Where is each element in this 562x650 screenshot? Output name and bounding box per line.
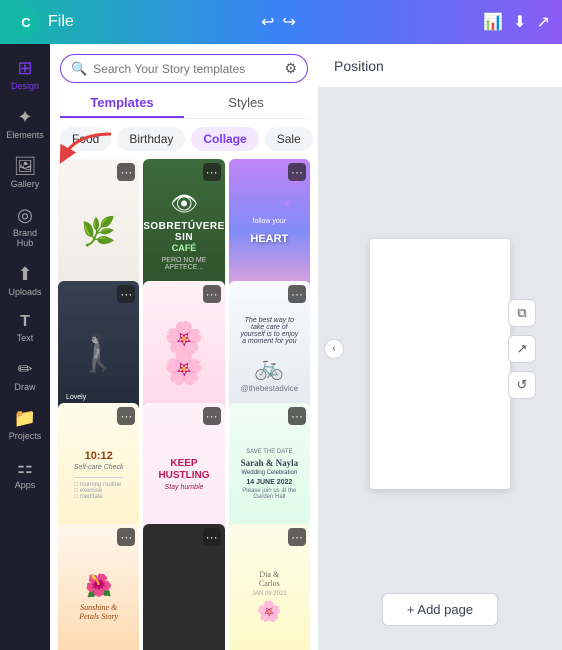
templates-grid: 🌿 ··· 👁 SOBRETÚVERESIN CAFÉ PERO NO MEAP… [50,159,318,650]
collapse-panel-button[interactable]: ‹ [324,339,344,359]
design-icon: ⊞ [17,58,32,79]
position-label: Position [334,58,384,74]
sidebar-label-gallery: Gallery [11,179,40,189]
sidebar-item-gallery[interactable]: 🖼 Gallery [2,150,48,195]
refresh-tool-button[interactable]: ↺ [508,371,536,399]
card-title: SOBRETÚVERESIN [143,221,224,243]
sidebar-label-projects: Projects [9,431,42,441]
top-bar: C File ↩ ↪ 📊 ⬇ ↗ [0,0,562,44]
card-menu-button[interactable]: ··· [117,528,135,546]
pill-sale[interactable]: Sale [265,127,313,151]
add-page-button[interactable]: + Add page [382,593,498,626]
card-title: HEART [250,233,288,245]
panel-wrapper: 🔍 ⚙ Templates Styles Food Birthday Colla… [50,44,318,650]
eye-icon: 👁 [170,191,198,217]
sidebar-item-design[interactable]: ⊞ Design [2,52,48,97]
template-panel: 🔍 ⚙ Templates Styles Food Birthday Colla… [50,44,318,650]
card-menu-button[interactable]: ··· [203,528,221,546]
canvas-tools: ⧉ ↗ ↺ [508,299,536,399]
sidebar-label-elements: Elements [6,130,44,140]
card-menu-button[interactable]: ··· [117,163,135,181]
sidebar-item-brand[interactable]: ◎ Brand Hub [2,199,48,254]
canvas-area: ‹ ⧉ ↗ ↺ + Add page [318,88,562,650]
brand-icon: ◎ [17,205,33,226]
heart-icon-2: ♥ [284,199,290,210]
search-icon: 🔍 [71,61,87,77]
card-menu-button[interactable]: ··· [203,407,221,425]
sidebar-item-apps[interactable]: ⚏ Apps [2,451,48,496]
filter-icon[interactable]: ⚙ [284,60,297,77]
app-logo: C [12,8,40,36]
tab-bar: Templates Styles [60,89,308,119]
tab-templates[interactable]: Templates [60,89,184,118]
gallery-icon: 🖼 [14,156,37,177]
uploads-icon: ⬆ [17,264,32,285]
apps-icon: ⚏ [17,457,33,478]
canvas-page [370,239,510,489]
card-menu-button[interactable]: ··· [117,285,135,303]
template-card[interactable]: 🌺 Sunshine &Petals Story ··· [58,524,139,650]
sidebar-item-draw[interactable]: ✏ Draw [2,353,48,398]
add-tool-button[interactable]: ↗ [508,335,536,363]
sidebar-item-elements[interactable]: ✦ Elements [2,101,48,146]
analytics-icon[interactable]: 📊 [483,12,503,32]
card-menu-button[interactable]: ··· [288,407,306,425]
card-menu-button[interactable]: ··· [117,407,135,425]
card-menu-button[interactable]: ··· [288,285,306,303]
pill-birthday[interactable]: Birthday [117,127,185,151]
file-menu-button[interactable]: File [48,13,74,31]
sidebar-label-text: Text [17,333,34,343]
main-layout: ⊞ Design ✦ Elements 🖼 Gallery ◎ Brand Hu… [0,44,562,650]
sidebar: ⊞ Design ✦ Elements 🖼 Gallery ◎ Brand Hu… [0,44,50,650]
elements-icon: ✦ [17,107,32,128]
text-icon: T [20,313,30,331]
search-bar: 🔍 ⚙ [60,54,308,83]
card-menu-button[interactable]: ··· [288,528,306,546]
pill-collage[interactable]: Collage [191,127,258,151]
sidebar-item-text[interactable]: T Text [2,307,48,349]
search-input[interactable] [93,62,278,76]
sidebar-label-uploads: Uploads [8,287,41,297]
card-menu-button[interactable]: ··· [203,163,221,181]
top-bar-right: 📊 ⬇ ↗ [483,12,550,32]
template-card[interactable]: ··· [143,524,224,650]
share-icon[interactable]: ↗ [537,12,550,32]
right-header: Position [318,44,562,88]
sidebar-label-design: Design [11,81,39,91]
redo-button[interactable]: ↪ [283,12,296,32]
sidebar-label-apps: Apps [15,480,36,490]
card-menu-button[interactable]: ··· [288,163,306,181]
undo-button[interactable]: ↩ [261,12,274,32]
copy-tool-button[interactable]: ⧉ [508,299,536,327]
sidebar-label-draw: Draw [14,382,35,392]
draw-icon: ✏ [17,359,32,380]
projects-icon: 📁 [14,408,36,429]
sidebar-label-brand: Brand Hub [6,228,44,248]
top-bar-left: C File [12,8,74,36]
lovely-label: Lovely [66,394,86,401]
tab-styles[interactable]: Styles [184,89,308,118]
sidebar-item-uploads[interactable]: ⬆ Uploads [2,258,48,303]
card-menu-button[interactable]: ··· [203,285,221,303]
sidebar-item-projects[interactable]: 📁 Projects [2,402,48,447]
right-panel: Position ‹ ⧉ ↗ ↺ + Add page [318,44,562,650]
person-icon: 🚶 [76,332,121,374]
category-pills: Food Birthday Collage Sale › [50,119,318,159]
download-icon[interactable]: ⬇ [513,12,526,32]
template-card[interactable]: Dia &Carlos JAN 09 2021 🌸 ··· [229,524,310,650]
pill-food[interactable]: Food [60,127,111,151]
top-bar-center: ↩ ↪ [261,12,296,32]
